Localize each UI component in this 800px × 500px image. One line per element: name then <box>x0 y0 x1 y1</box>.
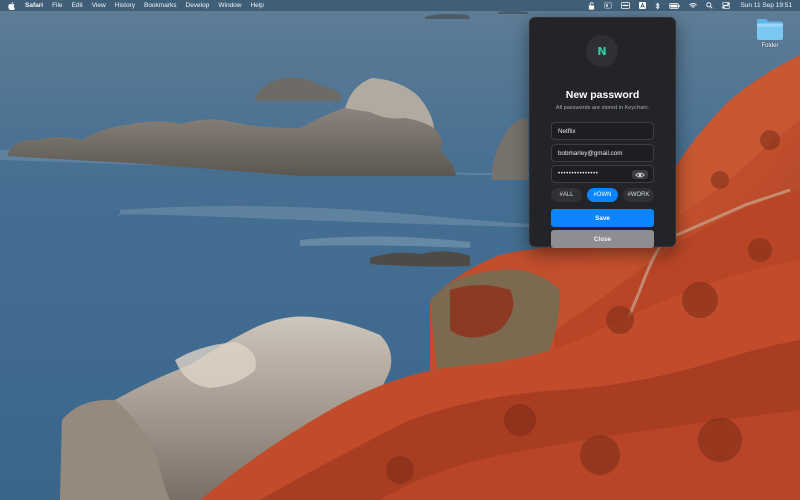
tag-own[interactable]: #OWN <box>587 188 618 202</box>
menu-history[interactable]: History <box>115 0 135 11</box>
text-input-icon[interactable] <box>639 0 647 11</box>
desktop-wallpaper <box>0 0 800 500</box>
save-button[interactable]: Save <box>551 209 654 227</box>
menu-bar: Safari File Edit View History Bookmarks … <box>0 0 800 11</box>
password-field[interactable]: ••••••••••••••• <box>551 165 654 183</box>
menu-window[interactable]: Window <box>218 0 241 11</box>
wifi-icon[interactable] <box>689 0 698 11</box>
display-icon[interactable] <box>621 0 631 11</box>
site-avatar: N <box>586 35 618 67</box>
tag-selector: #ALL #OWN #WORK <box>551 188 654 202</box>
folder-icon <box>757 19 783 40</box>
app-menu-safari[interactable]: Safari <box>25 0 43 11</box>
menu-bar-status-area: Sun 11 Sep 19:51 <box>579 0 792 11</box>
menu-help[interactable]: Help <box>250 0 263 11</box>
desktop-folder[interactable]: Folder <box>752 17 788 57</box>
extension-icon[interactable] <box>604 0 613 11</box>
battery-icon[interactable] <box>669 0 681 11</box>
email-value: bobmarley@gmail.com <box>558 149 623 157</box>
control-center-icon[interactable] <box>722 0 731 11</box>
menu-bookmarks[interactable]: Bookmarks <box>144 0 177 11</box>
menu-file[interactable]: File <box>52 0 62 11</box>
tag-all[interactable]: #ALL <box>551 188 582 202</box>
bluetooth-icon[interactable] <box>655 0 661 11</box>
close-button[interactable]: Close <box>551 230 654 248</box>
site-avatar-letter: N <box>597 44 607 58</box>
search-icon[interactable] <box>706 0 714 11</box>
folder-label: Folder <box>761 43 779 49</box>
popover-title: New password <box>565 89 640 101</box>
site-name-field[interactable]: Netflix <box>551 122 654 140</box>
menu-bar-left: Safari File Edit View History Bookmarks … <box>0 0 273 11</box>
password-value: ••••••••••••••• <box>558 171 599 177</box>
apple-menu-icon[interactable] <box>8 1 15 10</box>
menu-develop[interactable]: Develop <box>186 0 210 11</box>
menu-view[interactable]: View <box>92 0 106 11</box>
email-field[interactable]: bobmarley@gmail.com <box>551 144 654 162</box>
popover-subtitle: All passwords are stored in Keychain. <box>555 105 650 111</box>
site-name-value: Netflix <box>558 127 576 135</box>
lock-open-icon[interactable] <box>588 0 595 11</box>
eye-icon <box>635 172 645 177</box>
tag-work[interactable]: #WORK <box>623 188 654 202</box>
show-password-button[interactable] <box>632 170 648 179</box>
menu-edit[interactable]: Edit <box>72 0 83 11</box>
new-password-popover: N New password All passwords are stored … <box>529 17 676 248</box>
menu-bar-clock[interactable]: Sun 11 Sep 19:51 <box>740 2 792 9</box>
